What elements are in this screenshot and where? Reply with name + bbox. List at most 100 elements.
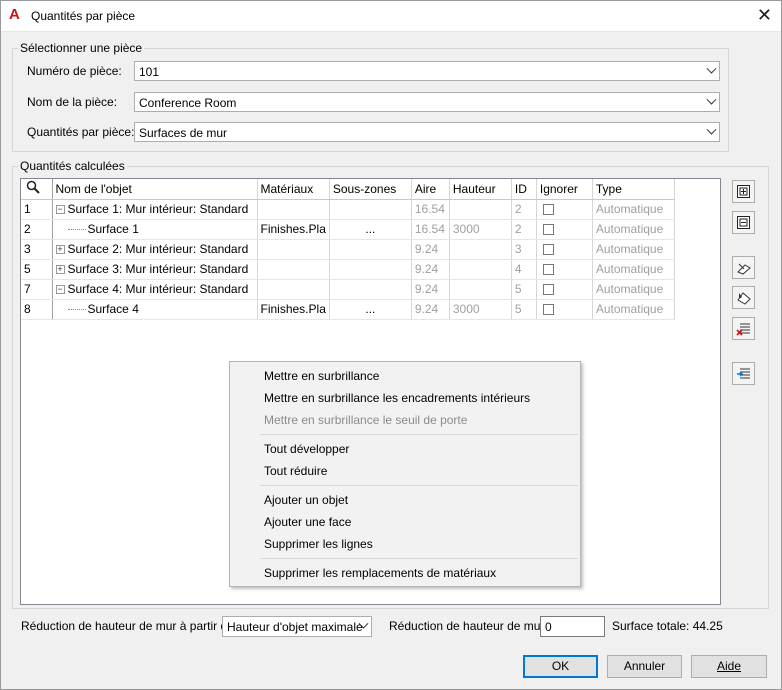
subzones-cell[interactable]: ... xyxy=(329,299,412,320)
column-header-type[interactable]: Type xyxy=(592,179,675,200)
ignore-checkbox[interactable] xyxy=(542,244,554,256)
expand-icon[interactable]: + xyxy=(55,245,65,255)
object-name: Surface 1 xyxy=(87,222,139,236)
cancel-button[interactable]: Annuler xyxy=(607,655,682,678)
row-number: 3 xyxy=(21,239,53,260)
menu-item-highlight[interactable]: Mettre en surbrillance xyxy=(264,369,379,383)
menu-item-collapse-all[interactable]: Tout réduire xyxy=(264,464,327,478)
delete-rows-icon xyxy=(736,323,750,336)
column-header-materials[interactable]: Matériaux xyxy=(257,179,330,200)
id-cell: 3 xyxy=(511,239,537,260)
table-row[interactable]: 8 Surface 4 Finishes.Pla ... 9.24 3000 5… xyxy=(21,299,675,320)
collapse-icon[interactable]: − xyxy=(55,205,65,215)
menu-item-add-face[interactable]: Ajouter une face xyxy=(264,515,351,529)
id-cell: 5 xyxy=(511,299,537,320)
materials-cell[interactable] xyxy=(257,239,330,260)
column-header-ignore[interactable]: Ignorer xyxy=(536,179,593,200)
remove-overrides-icon xyxy=(737,368,750,379)
column-header-area[interactable]: Aire xyxy=(411,179,450,200)
table-header-row: Nom de l'objet Matériaux Sous-zones Aire… xyxy=(21,179,675,200)
column-header-subzones[interactable]: Sous-zones xyxy=(329,179,412,200)
reduction-input[interactable]: 0 xyxy=(540,616,605,637)
type-cell: Automatique xyxy=(592,279,675,300)
menu-item-expand-all[interactable]: Tout développer xyxy=(264,442,349,456)
ignore-checkbox[interactable] xyxy=(542,264,554,276)
subzones-cell[interactable] xyxy=(329,199,412,220)
column-header-name[interactable]: Nom de l'objet xyxy=(52,179,258,200)
add-face-icon xyxy=(737,292,751,305)
ok-button[interactable]: OK xyxy=(523,655,598,678)
column-header-height[interactable]: Hauteur xyxy=(449,179,512,200)
table-row[interactable]: 5 + Surface 3: Mur intérieur: Standard 9.… xyxy=(21,259,675,280)
collapse-all-button[interactable] xyxy=(732,211,755,234)
ignore-checkbox[interactable] xyxy=(542,284,554,296)
menu-item-remove-material-overrides[interactable]: Supprimer les remplacements de matériaux xyxy=(264,566,496,580)
quantities-dropdown[interactable]: Surfaces de mur xyxy=(134,122,720,142)
materials-cell[interactable] xyxy=(257,279,330,300)
object-name: Surface 2: Mur intérieur: Standard xyxy=(67,242,249,256)
type-cell: Automatique xyxy=(592,299,675,320)
height-cell: 3000 xyxy=(449,299,512,320)
search-icon xyxy=(26,181,40,194)
materials-cell[interactable]: Finishes.Pla xyxy=(257,299,330,320)
row-number: 2 xyxy=(21,219,53,240)
subzones-cell[interactable] xyxy=(329,259,412,280)
ignore-checkbox[interactable] xyxy=(542,224,554,236)
row-number: 8 xyxy=(21,299,53,320)
menu-item-add-object[interactable]: Ajouter un objet xyxy=(264,493,348,507)
row-number: 1 xyxy=(21,199,53,220)
search-column-header[interactable] xyxy=(21,179,53,200)
reduction-from-value: Hauteur d'objet maximale xyxy=(227,620,363,634)
subzones-cell[interactable] xyxy=(329,239,412,260)
ignore-checkbox[interactable] xyxy=(542,204,554,216)
object-name: Surface 4 xyxy=(87,302,139,316)
add-object-button[interactable] xyxy=(732,256,755,279)
subzones-cell[interactable] xyxy=(329,279,412,300)
object-name: Surface 4: Mur intérieur: Standard xyxy=(67,282,249,296)
room-name-label: Nom de la pièce: xyxy=(27,95,118,109)
table-row[interactable]: 7 − Surface 4: Mur intérieur: Standard 9.… xyxy=(21,279,675,300)
menu-separator xyxy=(260,434,578,435)
reduction-from-dropdown[interactable]: Hauteur d'objet maximale xyxy=(222,616,372,637)
materials-cell[interactable] xyxy=(257,259,330,280)
remove-material-overrides-button[interactable] xyxy=(732,362,755,385)
room-number-dropdown[interactable]: 101 xyxy=(134,61,720,81)
table-row[interactable]: 2 Surface 1 Finishes.Pla ... 16.54 3000 … xyxy=(21,219,675,240)
row-number: 7 xyxy=(21,279,53,300)
help-button[interactable]: Aide xyxy=(691,655,767,678)
context-menu: Mettre en surbrillance Mettre en surbril… xyxy=(229,361,581,587)
menu-item-delete-rows[interactable]: Supprimer les lignes xyxy=(264,537,373,551)
expand-icon[interactable]: + xyxy=(55,265,65,275)
reduction-from-label: Réduction de hauteur de mur à partir de xyxy=(21,619,234,633)
table-row[interactable]: 3 + Surface 2: Mur intérieur: Standard 9.… xyxy=(21,239,675,260)
type-cell: Automatique xyxy=(592,199,675,220)
id-cell: 2 xyxy=(511,219,537,240)
room-name-dropdown[interactable]: Conference Room xyxy=(134,92,720,112)
height-cell xyxy=(449,279,512,300)
id-cell: 4 xyxy=(511,259,537,280)
height-cell xyxy=(449,239,512,260)
add-face-button[interactable] xyxy=(732,286,755,309)
menu-item-highlight-interior-frames[interactable]: Mettre en surbrillance les encadrements … xyxy=(264,391,530,405)
tree-connector xyxy=(67,309,86,311)
type-cell: Automatique xyxy=(592,219,675,240)
id-cell: 5 xyxy=(511,279,537,300)
quantities-label: Quantités par pièce: xyxy=(27,125,135,139)
area-cell: 9.24 xyxy=(411,259,450,280)
object-name: Surface 3: Mur intérieur: Standard xyxy=(67,262,249,276)
close-icon[interactable]: ✕ xyxy=(757,5,772,26)
delete-rows-button[interactable] xyxy=(732,317,755,340)
ignore-checkbox[interactable] xyxy=(542,304,554,316)
height-cell xyxy=(449,259,512,280)
materials-cell[interactable] xyxy=(257,199,330,220)
expand-box-icon xyxy=(737,185,750,198)
chevron-down-icon xyxy=(706,124,717,135)
materials-cell[interactable]: Finishes.Pla xyxy=(257,219,330,240)
height-cell: 3000 xyxy=(449,219,512,240)
subzones-cell[interactable]: ... xyxy=(329,219,412,240)
table-row[interactable]: 1 − Surface 1: Mur intérieur: Standard 16… xyxy=(21,199,675,220)
column-header-id[interactable]: ID xyxy=(511,179,537,200)
chevron-down-icon xyxy=(706,63,717,74)
collapse-icon[interactable]: − xyxy=(55,285,65,295)
expand-all-button[interactable] xyxy=(732,180,755,203)
